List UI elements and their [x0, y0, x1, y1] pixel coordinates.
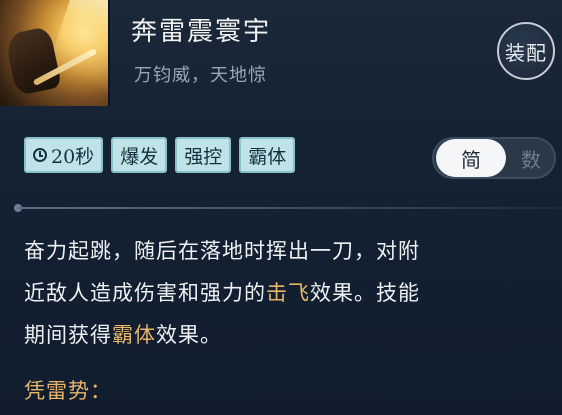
- simple-detail-toggle[interactable]: 简 数: [432, 137, 556, 179]
- toggle-detail-option[interactable]: 数: [506, 139, 554, 177]
- cooldown-tag: 20秒: [24, 137, 104, 173]
- header-separator: [108, 0, 110, 106]
- keyword-super-armor: 霸体: [112, 323, 156, 347]
- skill-detail-panel: 奔雷震寰宇 万钧威，天地惊 装配 20秒 爆发 强控 霸体 简 数 奋力起跳，随…: [0, 0, 562, 415]
- keyword-knockup: 击飞: [266, 281, 310, 305]
- hard-control-tag: 强控: [175, 137, 232, 173]
- burst-tag: 爆发: [111, 137, 168, 173]
- description-line-2: 近敌人造成伤害和强力的击飞效果。技能: [24, 272, 554, 314]
- skill-title: 奔雷震寰宇: [131, 17, 272, 47]
- toggle-simple-option[interactable]: 简: [436, 139, 506, 177]
- super-armor-label: 霸体: [248, 145, 287, 168]
- cooldown-label: 20秒: [51, 145, 95, 168]
- super-armor-tag: 霸体: [239, 137, 296, 173]
- sub-effect-heading: 凭雷势：: [24, 379, 112, 403]
- burst-label: 爆发: [120, 145, 159, 168]
- description-line-1: 奋力起跳，随后在落地时挥出一刀，对附: [24, 230, 554, 272]
- skill-tags: 20秒 爆发 强控 霸体: [24, 137, 296, 173]
- description-line-3: 期间获得霸体效果。: [24, 314, 554, 356]
- description-text: 效果。技能: [310, 281, 420, 305]
- skill-portrait-icon: [0, 0, 108, 106]
- equip-button[interactable]: 装配: [497, 22, 555, 80]
- section-divider: [18, 207, 562, 209]
- description-text: 近敌人造成伤害和强力的: [24, 281, 266, 305]
- clock-icon: [33, 148, 47, 162]
- skill-description: 奋力起跳，随后在落地时挥出一刀，对附 近敌人造成伤害和强力的击飞效果。技能 期间…: [24, 230, 554, 356]
- hard-control-label: 强控: [184, 145, 223, 168]
- skill-tagline: 万钧威，天地惊: [134, 65, 267, 86]
- description-text: 奋力起跳，随后在落地时挥出一刀，对附: [24, 239, 420, 263]
- description-text: 期间获得: [24, 323, 112, 347]
- description-text: 效果。: [156, 323, 222, 347]
- warrior-silhouette: [4, 25, 62, 97]
